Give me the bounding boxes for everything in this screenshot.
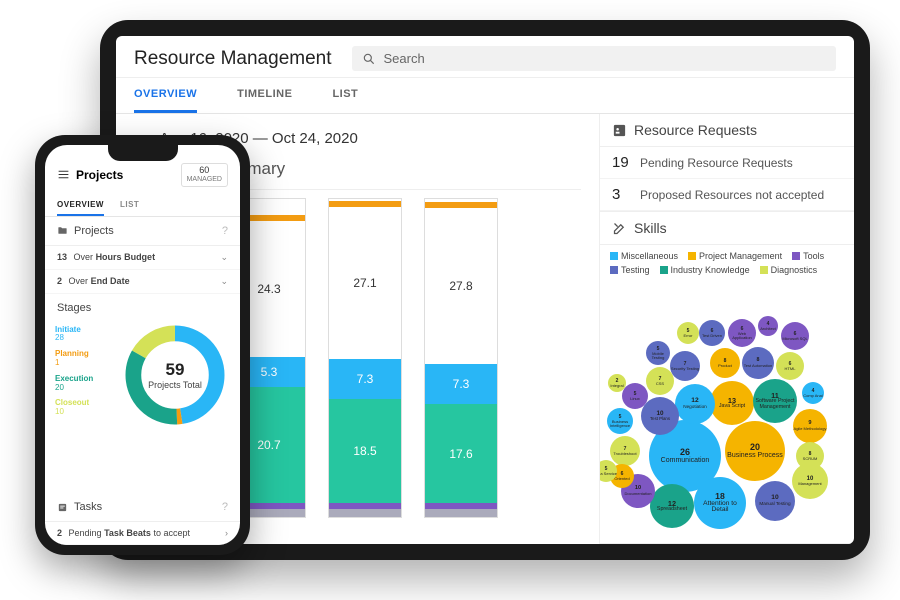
skills-card: Skills Miscellaneous Project Management To… [600, 212, 854, 544]
resource-requests-header: Resource Requests [600, 114, 854, 147]
search-input[interactable]: Search [352, 46, 837, 71]
phone-header: Projects 60 MANAGED [45, 145, 240, 191]
tasks-section-header: Tasks ? [45, 493, 240, 522]
chart-bar: 27.17.318.5 [328, 198, 402, 518]
page-title: Resource Management [134, 48, 332, 70]
stage-legend-item: Initiate28 [55, 326, 93, 344]
tab-overview[interactable]: OVERVIEW [134, 78, 197, 113]
skill-bubble[interactable]: 9Agile Methodology [793, 409, 827, 443]
folder-icon [57, 225, 68, 236]
phone-title: Projects [76, 168, 123, 182]
skill-bubble[interactable]: 4Architect [758, 316, 778, 336]
tools-icon [612, 221, 627, 236]
over-hours-budget-row[interactable]: 13 Over Hours Budget ⌄ [45, 246, 240, 270]
skill-bubble[interactable]: 6HTML [776, 352, 804, 380]
skills-legend: Miscellaneous Project Management Tools Test… [600, 245, 854, 281]
skill-bubble[interactable]: 11Software Project Management [753, 379, 797, 423]
proposed-not-accepted-row[interactable]: 3 Proposed Resources not accepted [600, 179, 854, 211]
search-icon [362, 52, 376, 66]
skill-bubble[interactable]: 12Spreadsheet [650, 484, 694, 528]
skill-bubble[interactable]: 6Microsoft SQL [781, 322, 809, 350]
skill-bubble[interactable]: 2Integral [608, 374, 626, 392]
legend-item: Tools [792, 251, 824, 261]
phone-frame: Projects 60 MANAGED OVERVIEW LIST Projec… [35, 135, 250, 555]
phone-tab-list[interactable]: LIST [120, 195, 139, 216]
projects-section-header: Projects ? [45, 217, 240, 246]
search-placeholder: Search [384, 51, 425, 66]
skill-bubble[interactable]: 8SCRUM [796, 442, 824, 470]
chevron-down-icon: ⌄ [220, 252, 228, 263]
legend-item: Diagnostics [760, 265, 818, 275]
skill-bubble[interactable]: 5Error [677, 322, 699, 344]
stages-legend: Initiate28 Planning1 Execution20 Closeout10 [55, 320, 93, 485]
chevron-down-icon: ⌄ [220, 276, 228, 287]
skill-bubble[interactable]: 5Mobile Testing [646, 341, 670, 365]
pending-requests-row[interactable]: 19 Pending Resource Requests [600, 147, 854, 179]
menu-icon[interactable] [57, 168, 70, 181]
skill-bubble[interactable]: 7Troubleshoot [610, 436, 640, 466]
skill-bubble[interactable]: 10Test Plans [641, 397, 679, 435]
resource-requests-card: Resource Requests 19 Pending Resource Re… [600, 114, 854, 212]
stage-legend-item: Closeout10 [55, 399, 93, 417]
skill-bubble[interactable]: 6Web Application [728, 319, 756, 347]
skill-bubble[interactable]: 20Business Process [725, 421, 785, 481]
over-end-date-row[interactable]: 2 Over End Date ⌄ [45, 270, 240, 294]
skills-bubblechart: 26Communication20Business Process18Atten… [600, 281, 854, 543]
stages-donut: 59 Projects Total [120, 320, 230, 430]
skill-bubble[interactable]: 18Attention to Detail [694, 477, 746, 529]
phone-tabs: OVERVIEW LIST [45, 191, 240, 217]
skill-bubble[interactable]: 12Negotiation [675, 384, 715, 424]
legend-item: Industry Knowledge [660, 265, 750, 275]
stage-legend-item: Execution20 [55, 375, 93, 393]
legend-item: Project Management [688, 251, 782, 261]
skill-bubble[interactable]: 7CSS [646, 367, 674, 395]
tasks-icon [57, 502, 68, 513]
chevron-right-icon: › [225, 528, 228, 538]
help-icon[interactable]: ? [222, 225, 228, 237]
skill-bubble[interactable]: 5Linux [622, 383, 648, 409]
tab-list[interactable]: LIST [332, 78, 358, 113]
chart-bar: 27.87.317.6 [424, 198, 498, 518]
stage-legend-item: Planning1 [55, 350, 93, 368]
skill-bubble[interactable]: 7Security Testing [670, 351, 700, 381]
skill-bubble[interactable]: 13Java Script [710, 381, 754, 425]
phone-tab-overview[interactable]: OVERVIEW [57, 195, 104, 216]
tablet-sidebar: Resource Requests 19 Pending Resource Re… [599, 114, 854, 544]
skill-bubble[interactable]: 10Manual Testing [755, 481, 795, 521]
skill-bubble[interactable]: 5Business Intelligence [607, 408, 633, 434]
stages-title: Stages [45, 294, 240, 316]
managed-dropdown[interactable]: 60 MANAGED [181, 163, 228, 187]
tab-timeline[interactable]: TIMELINE [237, 78, 292, 113]
tablet-tabs: OVERVIEW TIMELINE LIST [116, 78, 854, 114]
skills-header: Skills [600, 212, 854, 245]
requests-icon [612, 123, 627, 138]
skill-bubble[interactable]: 8Product [710, 348, 740, 378]
phone-screen: Projects 60 MANAGED OVERVIEW LIST Projec… [45, 145, 240, 545]
tablet-header: Resource Management Search [116, 36, 854, 78]
legend-item: Miscellaneous [610, 251, 678, 261]
pending-task-beats-row[interactable]: 2 Pending Task Beats to accept › [45, 522, 240, 545]
skill-bubble[interactable]: 6Test Driven [699, 320, 725, 346]
skill-bubble[interactable]: 8Test Automation [742, 347, 774, 379]
legend-item: Testing [610, 265, 650, 275]
help-icon[interactable]: ? [222, 501, 228, 513]
skill-bubble[interactable]: 4Comp Anal [802, 382, 824, 404]
